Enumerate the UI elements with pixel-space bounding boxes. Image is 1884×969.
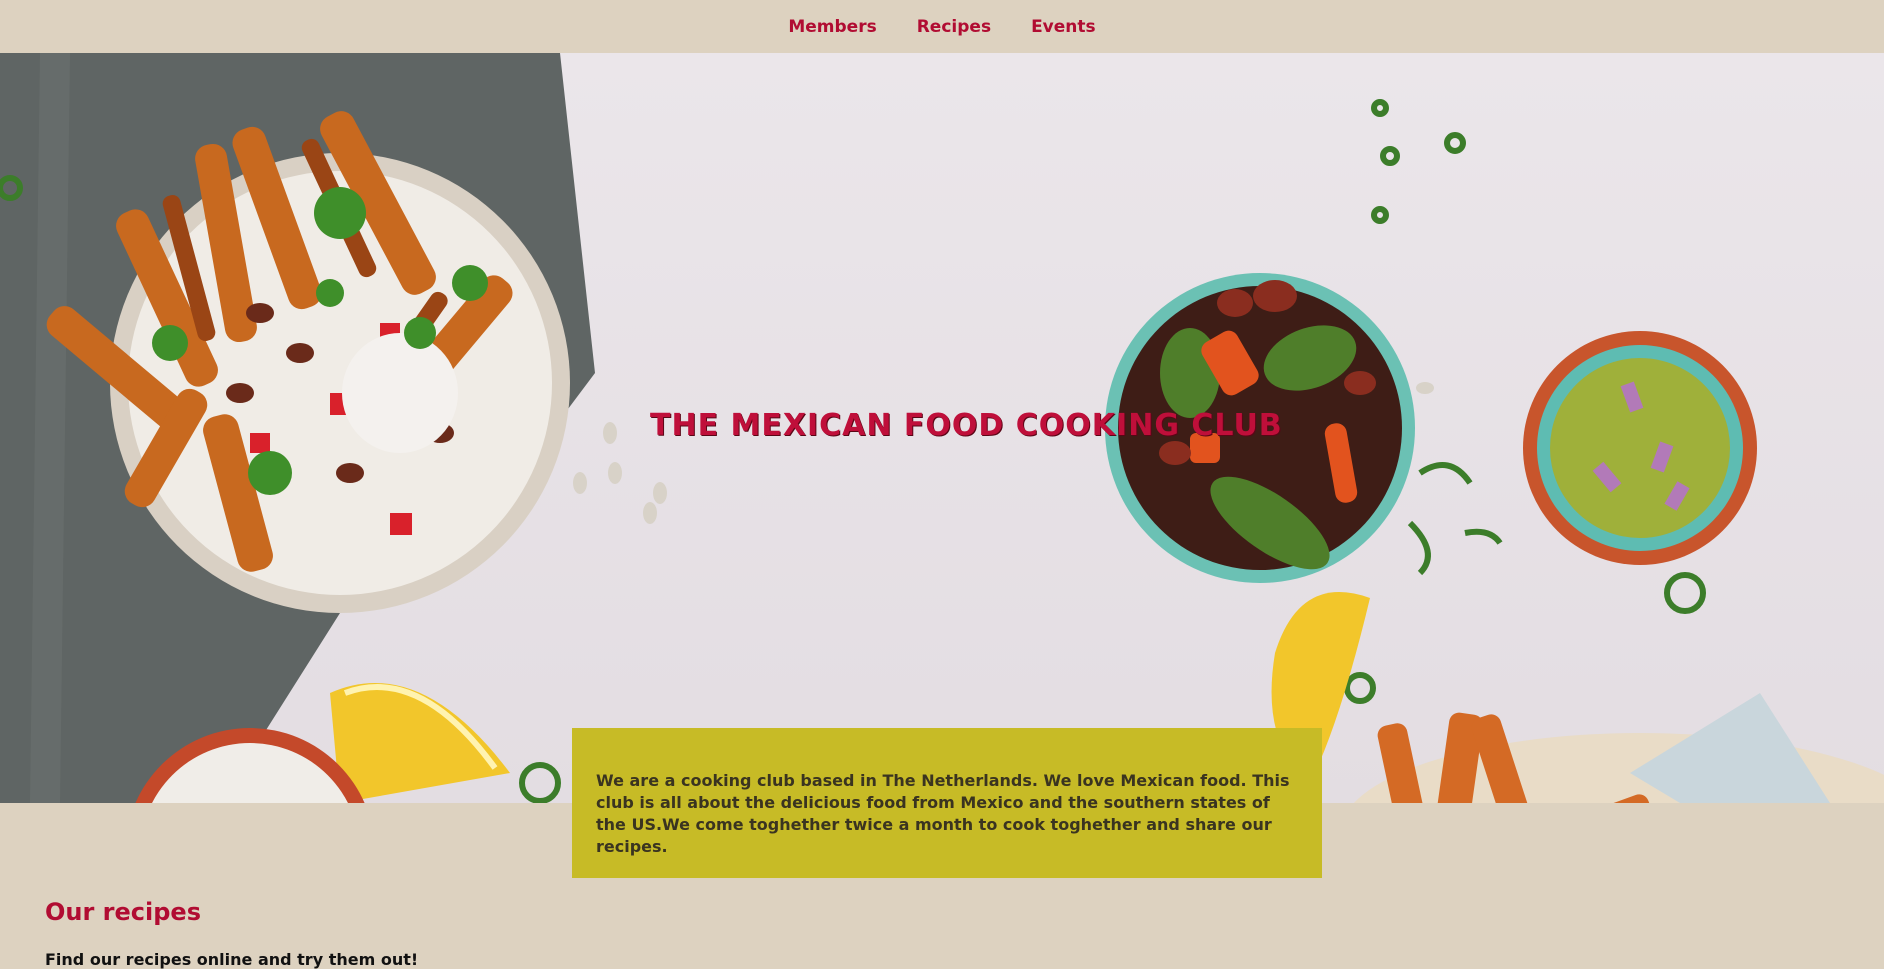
nav-link-events[interactable]: Events: [1031, 17, 1096, 37]
recipes-subtitle: Find our recipes online and try them out…: [45, 950, 419, 969]
nav-link-members[interactable]: Members: [788, 17, 876, 37]
intro-text: We are a cooking club based in The Nethe…: [596, 771, 1290, 856]
recipes-heading: Our recipes: [45, 898, 201, 926]
intro-box: We are a cooking club based in The Nethe…: [572, 728, 1322, 878]
top-navigation: Members Recipes Events: [0, 0, 1884, 53]
hero-title: THE MEXICAN FOOD COOKING CLUB: [650, 408, 1283, 443]
hero-banner: THE MEXICAN FOOD COOKING CLUB: [0, 53, 1884, 803]
nav-link-recipes[interactable]: Recipes: [917, 17, 991, 37]
